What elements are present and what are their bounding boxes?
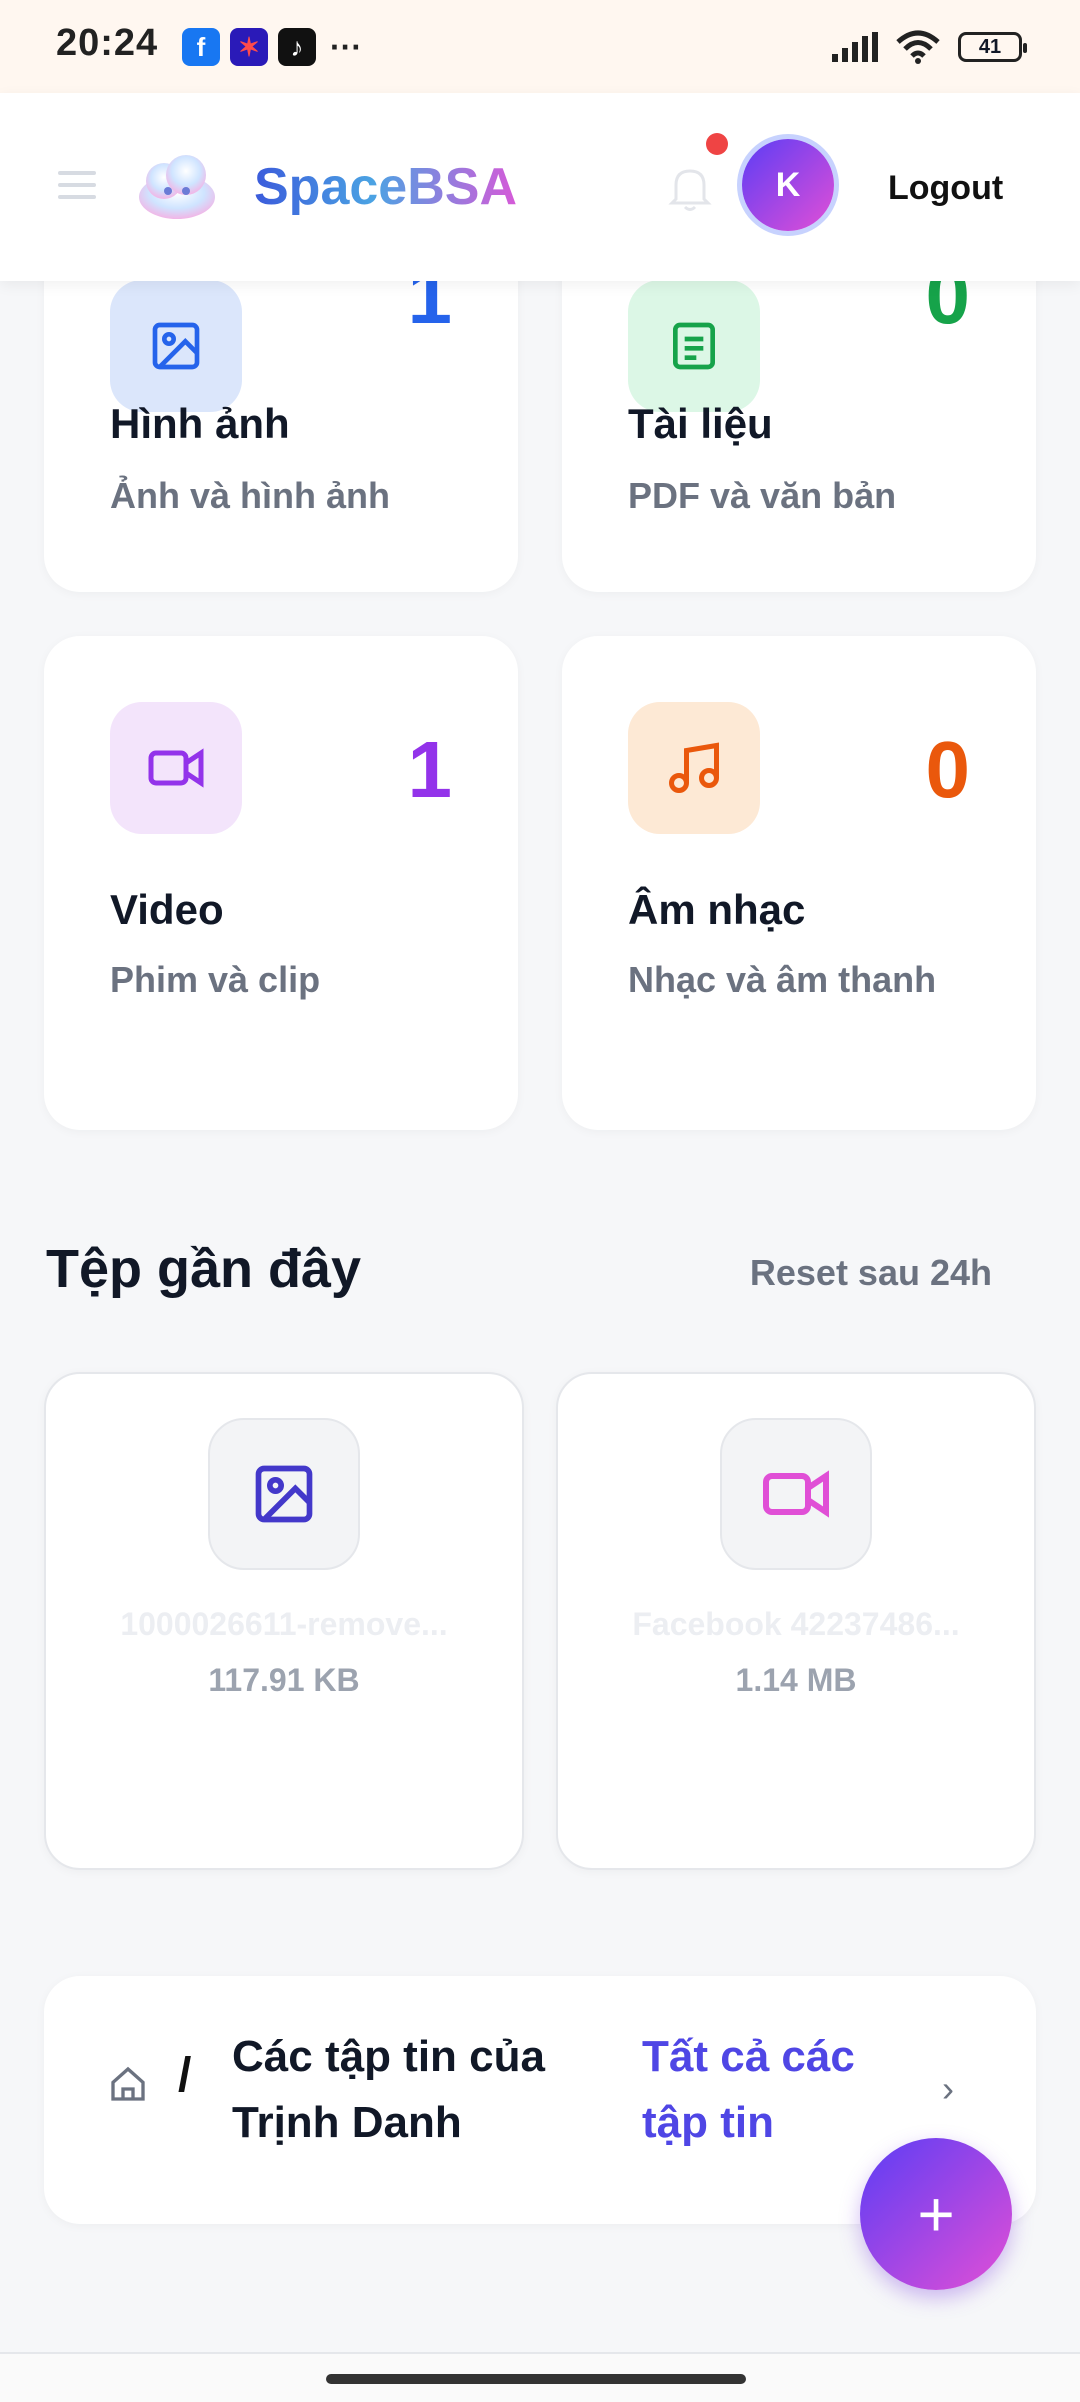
cloud-logo-icon [139, 155, 215, 219]
logout-button[interactable]: Logout [888, 169, 1003, 208]
image-icon [152, 322, 200, 370]
category-title: Hình ảnh [110, 400, 290, 447]
bell-icon[interactable] [668, 165, 712, 213]
image-icon [255, 1465, 313, 1523]
battery-level: 41 [978, 35, 1002, 58]
facebook-icon: f [182, 28, 220, 66]
recent-file-card[interactable]: Facebook 42237486... 1.14 MB [556, 1372, 1036, 1870]
breadcrumb-separator: / [178, 2049, 192, 2102]
all-files-link[interactable]: Tất cả các tập tin [642, 2024, 902, 2156]
menu-icon[interactable] [58, 171, 96, 207]
category-title: Video [110, 886, 224, 933]
category-subtitle: Nhạc và âm thanh [628, 959, 937, 1000]
music-icon-box [628, 702, 760, 834]
document-icon [673, 322, 715, 370]
avatar[interactable]: K [742, 139, 834, 231]
category-title: Tài liệu [628, 400, 773, 447]
home-gesture-bar[interactable] [326, 2374, 746, 2384]
file-thumbnail [208, 1418, 360, 1570]
chevron-right-icon[interactable]: › [942, 2068, 954, 2110]
file-thumbnail [720, 1418, 872, 1570]
notification-dot [706, 133, 728, 155]
notification-icons: f ✶ ♪ ··· [182, 28, 362, 66]
star-app-icon: ✶ [230, 28, 268, 66]
brand-title: SpaceBSA [254, 158, 517, 216]
file-name: Facebook 42237486... [632, 1606, 960, 1642]
category-title: Âm nhạc [628, 886, 806, 933]
status-time: 20:24 [56, 22, 159, 64]
video-icon-box [110, 702, 242, 834]
video-icon [763, 1470, 829, 1518]
image-icon-box [110, 280, 242, 412]
signal-icon [832, 32, 878, 62]
category-count: 1 [407, 725, 453, 814]
recent-files-title: Tệp gần đây [46, 1239, 362, 1299]
music-icon [669, 742, 719, 793]
file-size: 117.91 KB [208, 1662, 360, 1698]
breadcrumb-current-folder: Các tập tin của Trịnh Danh [232, 2032, 545, 2147]
more-notifications-icon: ··· [330, 28, 362, 65]
category-card-music[interactable]: 0 Âm nhạc Nhạc và âm thanh [562, 636, 1036, 1130]
status-right: 41 [832, 30, 1027, 64]
add-button[interactable]: + [860, 2138, 1012, 2290]
category-card-video[interactable]: 1 Video Phim và clip [44, 636, 518, 1130]
app-header: SpaceBSA K Logout [0, 93, 1080, 281]
status-bar: 20:24 f ✶ ♪ ··· 41 [0, 0, 1080, 93]
category-subtitle: Ảnh và hình ảnh [110, 475, 391, 516]
battery-icon: 41 [958, 32, 1027, 62]
wifi-icon [896, 30, 940, 64]
category-subtitle: Phim và clip [110, 959, 321, 1000]
document-icon-box [628, 280, 760, 412]
file-size: 1.14 MB [735, 1662, 857, 1698]
video-icon [148, 748, 204, 788]
recent-file-card[interactable]: 1000026611-remove... 117.91 KB [44, 1372, 524, 1870]
reset-note: Reset sau 24h [749, 1252, 992, 1293]
tiktok-icon: ♪ [278, 28, 316, 66]
home-icon[interactable] [108, 2064, 148, 2104]
file-name: 1000026611-remove... [120, 1606, 448, 1642]
system-nav-bar [0, 2352, 1080, 2402]
category-count: 0 [925, 725, 971, 814]
category-subtitle: PDF và văn bản [628, 475, 897, 516]
